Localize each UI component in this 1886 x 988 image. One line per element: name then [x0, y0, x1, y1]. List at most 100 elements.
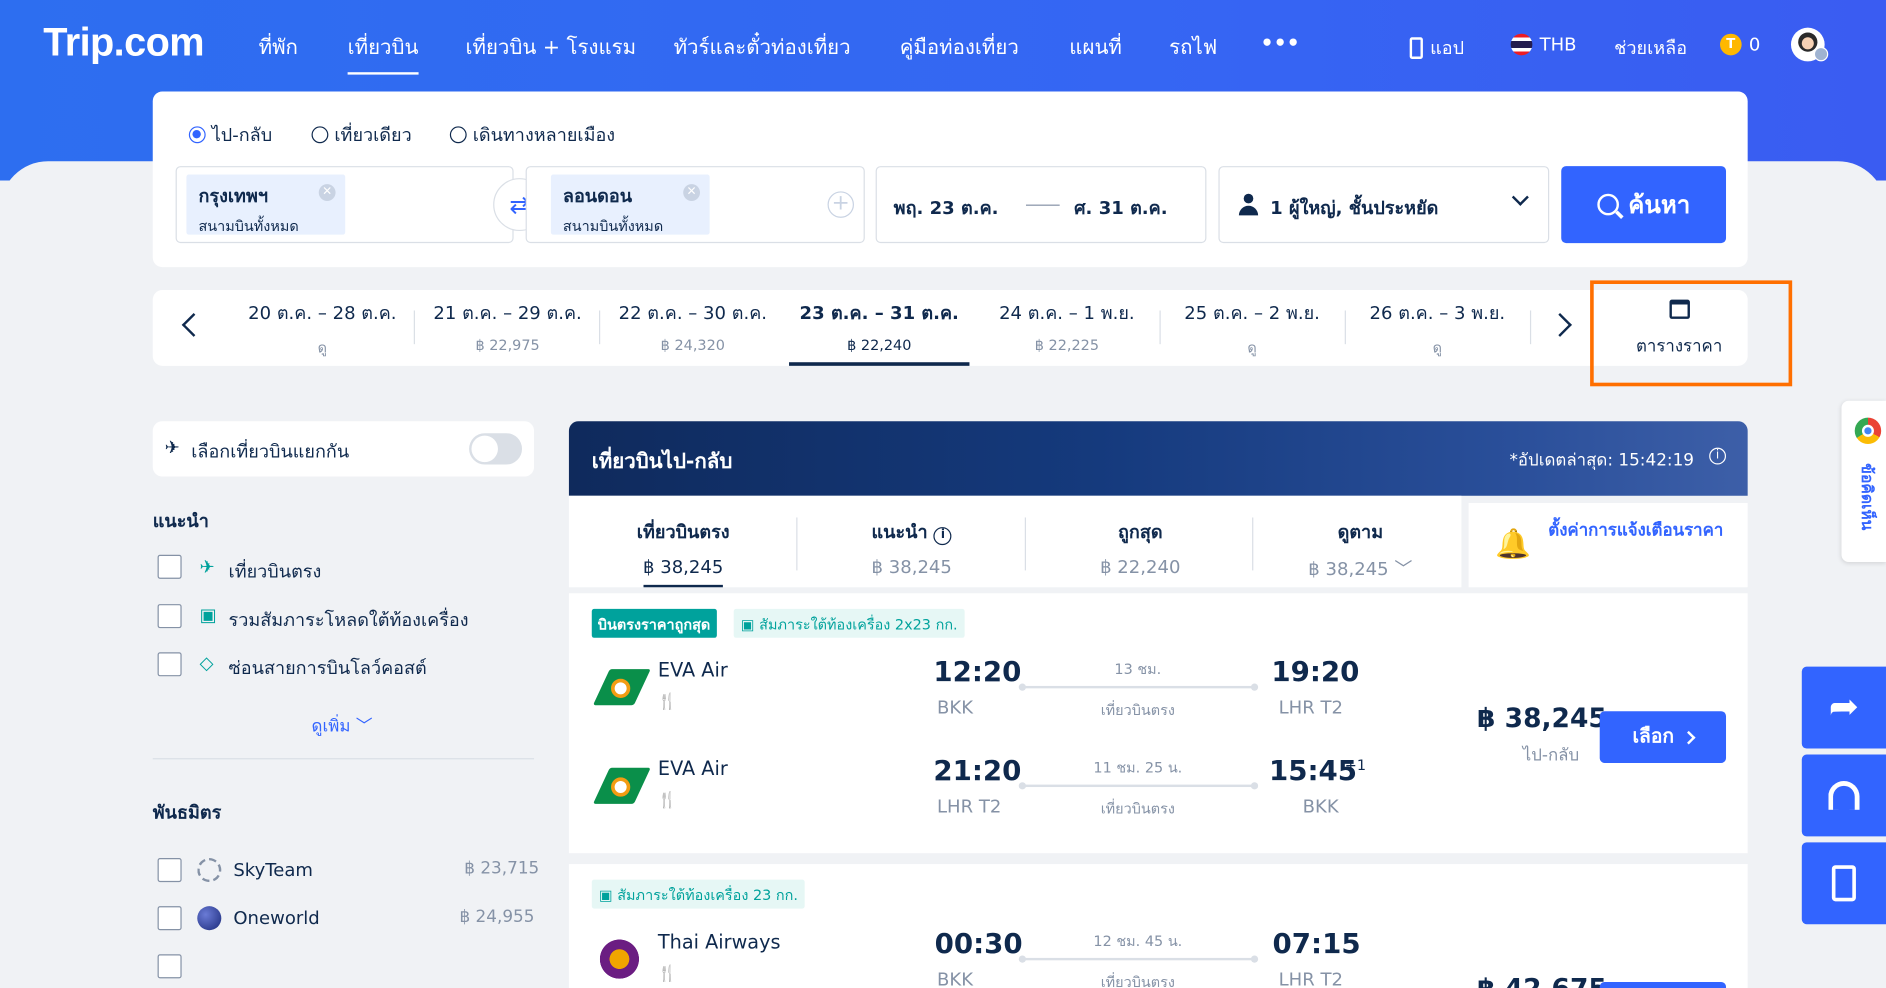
nav-more-icon[interactable]: ••• [1261, 31, 1300, 55]
share-icon: ➦ [1828, 685, 1860, 729]
currency-selector[interactable]: THB [1510, 33, 1577, 56]
destination-chip: ลอนดอน สนามบินทั้งหมด ✕ [550, 174, 710, 235]
date-range: 22 ต.ค. – 30 ต.ค. [618, 302, 768, 324]
meal-icon: 🍴 [657, 791, 678, 810]
nav-map[interactable]: แผนที่ [1069, 31, 1122, 63]
chevron-down-icon: ﹀ [355, 717, 373, 737]
skyteam-checkbox[interactable] [157, 858, 182, 883]
sort-cheapest[interactable]: ถูกสุด฿ 22,240 [1026, 503, 1255, 587]
radio-selected-icon [188, 126, 206, 144]
direct-flights-checkbox[interactable] [157, 554, 182, 579]
calendar-icon [1668, 299, 1690, 319]
airline-name: EVA Air [657, 658, 728, 682]
date-tab[interactable]: 21 ต.ค. – 29 ต.ค. ฿ 22,975 [417, 298, 597, 354]
arrive-airport: LHR T2 [1278, 968, 1343, 988]
sort-label: เที่ยวบินตรง [636, 521, 730, 543]
trip-type-oneway[interactable]: เที่ยวเดียว [311, 120, 412, 149]
nav-tours[interactable]: ทัวร์และตั๋วท่องเที่ยว [674, 31, 851, 63]
date-field[interactable]: พฤ. 23 ต.ค. ศ. 31 ต.ค. [875, 166, 1207, 244]
skyteam-label: SkyTeam [233, 859, 313, 881]
arrive-time: 19:20 [1271, 657, 1360, 689]
destination-field[interactable]: ลอนดอน สนามบินทั้งหมด ✕ + [525, 166, 865, 244]
sort-label: ถูกสุด [1117, 521, 1163, 543]
separate-flights-toggle-row: ✈ เลือกเที่ยวบินแยกกัน [152, 421, 535, 477]
divider [1159, 310, 1161, 345]
destination-city: ลอนดอน [562, 185, 633, 207]
flight-price: ฿ 38,245 [1477, 703, 1607, 735]
search-button[interactable]: ค้นหา [1561, 166, 1727, 244]
route-line [1018, 683, 1259, 691]
luggage-icon: ▣ [199, 604, 217, 626]
direct-flight-icon: ✈ [199, 555, 215, 578]
headset-icon [1828, 781, 1860, 810]
trip-type-roundtrip[interactable]: ไป-กลับ [188, 120, 272, 149]
support-button[interactable] [1801, 754, 1886, 837]
origin-field[interactable]: กรุงเทพฯ สนามบินทั้งหมด ✕ [175, 166, 514, 244]
baggage-tag: ▣ สัมภาระใต้ท้องเครื่อง 2x23 กก. [733, 608, 965, 638]
date-range: 21 ต.ค. – 29 ต.ค. [433, 302, 582, 324]
date-price: ดู [1432, 339, 1443, 357]
return-date: ศ. 31 ต.ค. [1074, 197, 1168, 220]
mobile-icon [1831, 865, 1856, 902]
price-table-button[interactable]: ตารางราคา [1609, 299, 1749, 360]
sort-direct[interactable]: เที่ยวบินตรง฿ 38,245 [569, 503, 798, 588]
date-tab[interactable]: 24 ต.ค. – 1 พ.ย. ฿ 22,225 [977, 298, 1157, 354]
date-tab[interactable]: 20 ต.ค. – 28 ต.ค. ดู [232, 298, 412, 359]
feedback-tab[interactable]: ข้อคิดเห็น [1841, 400, 1886, 562]
nav-train[interactable]: รถไฟ [1169, 31, 1217, 63]
alliance-checkbox[interactable] [157, 954, 182, 979]
see-more-link[interactable]: ดูเพิ่ม ﹀ [312, 714, 373, 740]
chevron-right-icon [1681, 730, 1696, 744]
help-link[interactable]: ช่วยเหลือ [1614, 34, 1687, 63]
trip-logo[interactable]: Trip.com [43, 19, 204, 65]
date-price: ดู [317, 339, 328, 357]
nav-flights[interactable]: เที่ยวบิน [347, 31, 419, 75]
luggage-icon: ▣ [740, 616, 760, 633]
mobile-app-button[interactable] [1801, 842, 1886, 925]
meal-icon: 🍴 [657, 965, 678, 984]
passenger-field[interactable]: 1 ผู้ใหญ่, ชั้นประหยัด [1218, 166, 1550, 244]
eva-air-logo-icon [592, 767, 651, 809]
sort-label: ดูตาม [1337, 521, 1384, 543]
baggage-label: สัมภาระใต้ท้องเครื่อง 2x23 กก. [759, 616, 958, 633]
flight-type: เที่ยวบินตรง [1100, 701, 1175, 719]
sort-by[interactable]: ดูตาม฿ 38,245 ﹀ [1246, 503, 1475, 587]
oneworld-checkbox[interactable] [157, 906, 182, 931]
divider [598, 310, 601, 345]
avatar[interactable] [1790, 27, 1829, 62]
date-tab-selected[interactable]: 23 ต.ค. – 31 ต.ค. ฿ 22,240 [789, 298, 970, 366]
flight-type: เที่ยวบินตรง [1100, 973, 1175, 988]
add-city-icon[interactable]: + [827, 191, 854, 218]
share-button[interactable]: ➦ [1801, 666, 1886, 749]
radio-icon [311, 126, 329, 144]
select-button[interactable]: เลือก [1599, 711, 1727, 763]
sort-label: แนะนำ [871, 521, 928, 543]
remove-destination-icon[interactable]: ✕ [683, 184, 701, 201]
hide-lowcost-checkbox[interactable] [157, 652, 182, 677]
date-tab[interactable]: 25 ต.ค. – 2 พ.ย. ดู [1162, 298, 1342, 359]
trip-coins[interactable]: T 0 [1720, 33, 1760, 56]
info-icon[interactable]: i [1709, 447, 1727, 465]
nav-hotels[interactable]: ที่พัก [259, 31, 298, 63]
app-link[interactable]: แอป [1409, 34, 1464, 63]
trip-type-multicity[interactable]: เดินทางหลายเมือง [449, 120, 615, 149]
date-tab[interactable]: 26 ต.ค. – 3 พ.ย. ดู [1347, 298, 1527, 359]
date-tab[interactable]: 22 ต.ค. – 30 ต.ค. ฿ 24,320 [603, 298, 783, 354]
route-line [1018, 955, 1259, 963]
sort-recommended[interactable]: แนะนำ i ฿ 38,245 [797, 503, 1026, 587]
separate-flights-toggle[interactable] [469, 433, 523, 465]
origin-city: กรุงเทพฯ [198, 185, 268, 207]
avatar-badge-icon [1813, 46, 1829, 62]
nav-flight-hotel[interactable]: เที่ยวบิน + โรงแรม [465, 31, 636, 63]
nav-guides[interactable]: คู่มือท่องเที่ยว [900, 31, 1019, 63]
flight-price: ฿ 42,675 [1477, 975, 1607, 988]
checked-baggage-checkbox[interactable] [157, 604, 182, 629]
date-range: 26 ต.ค. – 3 พ.ย. [1369, 302, 1506, 324]
airline-name: Thai Airways [657, 930, 781, 954]
remove-origin-icon[interactable]: ✕ [318, 184, 336, 201]
price-alert-button[interactable]: 🔔 ตั้งค่าการแจ้งเตือนราคา [1468, 503, 1748, 588]
last-updated: *อัปเดตล่าสุด: 15:42:19 [1509, 451, 1695, 471]
select-button[interactable] [1599, 981, 1727, 988]
date-price: ฿ 24,320 [660, 336, 725, 354]
flight-type: เที่ยวบินตรง [1100, 800, 1175, 818]
